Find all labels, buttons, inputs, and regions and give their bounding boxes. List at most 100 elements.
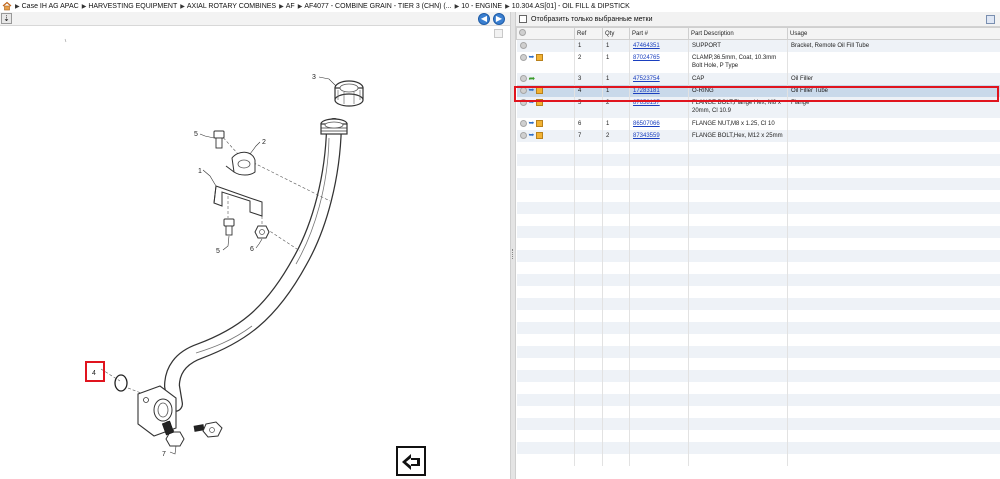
bracket-part[interactable]	[213, 185, 263, 217]
empty-cell	[602, 141, 630, 154]
add-to-cart-icon[interactable]	[536, 119, 544, 127]
empty-cell	[787, 381, 1000, 394]
column-header-qty[interactable]: Qty	[602, 27, 630, 40]
breadcrumb-item[interactable]: ▶ HARVESTING EQUIPMENT	[82, 3, 178, 10]
cell-description-cell: O-RING	[688, 84, 788, 97]
table-row[interactable]: ➥ 2 1 87024765 CLAMP,36.5mm, Coat, 10.3mm Bo…	[516, 51, 1000, 73]
empty-cell	[574, 213, 603, 226]
cell-part-number[interactable]: 86507066	[633, 121, 660, 127]
table-row[interactable]: ➥ 6 1 86507066 FLANGE NUT,M8 x 1.25, Cl 10	[516, 117, 1000, 130]
clamp-part[interactable]	[225, 151, 256, 176]
empty-row	[516, 273, 1000, 286]
callout-5b: 5	[216, 248, 220, 255]
empty-cell	[574, 285, 603, 298]
add-to-cart-icon[interactable]	[536, 131, 544, 139]
empty-cell	[787, 453, 1000, 466]
cell-description: CLAMP,36.5mm, Coat, 10.3mm Bolt Hole, P …	[692, 54, 777, 69]
empty-row	[516, 201, 1000, 214]
empty-cell	[787, 393, 1000, 406]
nut-part[interactable]	[254, 225, 270, 239]
select-circle-icon[interactable]	[519, 131, 527, 139]
select-circle-icon[interactable]	[519, 98, 527, 106]
column-header-description[interactable]: Part Description	[688, 27, 788, 40]
cell-part-number[interactable]: 87343559	[633, 133, 660, 139]
link-arrow-icon[interactable]: ➥	[529, 99, 535, 106]
cell-description-cell: FLANGE BOLT,Hex, M12 x 25mm	[688, 129, 788, 142]
cell-ref: 2	[578, 54, 582, 61]
breadcrumb-item[interactable]: ▶ AXIAL ROTARY COMBINES	[180, 3, 276, 10]
cell-qty: 1	[606, 54, 610, 61]
empty-cell	[688, 393, 788, 406]
empty-row	[516, 393, 1000, 406]
column-header-usage[interactable]: Usage	[787, 27, 1000, 40]
empty-cell	[629, 417, 689, 430]
empty-cell	[688, 405, 788, 418]
select-circle-icon[interactable]	[519, 74, 527, 82]
column-header-select[interactable]	[516, 27, 575, 40]
cell-part-number[interactable]: 87024765	[633, 55, 660, 61]
table-row[interactable]: ➥ 4 1 17283181 O-RING Oil Filler Tube	[516, 84, 1000, 97]
empty-row	[516, 285, 1000, 298]
bolt-part[interactable]	[213, 130, 225, 149]
table-row[interactable]: ➥ 5 2 87658137 FLANGE BOLT,Flange Hex, M8 x …	[516, 96, 1000, 118]
splitter-grip[interactable]	[512, 249, 514, 259]
empty-cell	[688, 417, 788, 430]
select-circle-icon[interactable]	[519, 42, 527, 49]
parts-diagram[interactable]: 3 1 2 5 5 6 4 7	[0, 26, 510, 479]
empty-cell	[574, 453, 603, 466]
select-circle-icon[interactable]	[519, 119, 527, 127]
empty-cell	[787, 333, 1000, 346]
link-arrow-icon[interactable]: ➥	[529, 132, 535, 139]
table-row[interactable]: 1 1 47464351 SUPPORT Bracket, Remote Oil Fil…	[516, 39, 1000, 52]
column-header-part[interactable]: Part #	[629, 27, 689, 40]
empty-cell	[574, 165, 603, 178]
cell-part-number[interactable]: 17283181	[633, 88, 660, 94]
empty-cell	[629, 345, 689, 358]
empty-row	[516, 321, 1000, 334]
cell-part-number[interactable]: 47464351	[633, 43, 660, 49]
empty-cell	[602, 453, 630, 466]
empty-cell	[516, 189, 575, 202]
empty-cell	[574, 189, 603, 202]
add-to-cart-icon[interactable]	[536, 98, 544, 106]
breadcrumb-item[interactable]: ▶ AF4077 - COMBINE GRAIN - TIER 3 (CHN) (…	[298, 3, 452, 10]
add-to-cart-icon[interactable]	[536, 53, 544, 61]
breadcrumb-item[interactable]: ▶ 10 - ENGINE	[455, 3, 502, 10]
link-arrow-icon[interactable]: ➥	[529, 87, 535, 94]
empty-cell	[602, 417, 630, 430]
cell-description-cell: CLAMP,36.5mm, Coat, 10.3mm Bolt Hole, P …	[688, 51, 788, 73]
download-icon[interactable]: ⇣	[1, 13, 12, 24]
show-selected-checkbox[interactable]	[519, 15, 527, 23]
empty-cell	[602, 225, 630, 238]
table-row[interactable]: ➥ 7 2 87343559 FLANGE BOLT,Hex, M12 x 25mm	[516, 129, 1000, 142]
o-ring-part[interactable]	[114, 374, 128, 392]
empty-row	[516, 189, 1000, 202]
cell-part-number[interactable]: 47523754	[633, 76, 660, 82]
cap-part[interactable]	[334, 80, 364, 107]
select-circle-icon[interactable]	[519, 53, 527, 61]
cell-ref-cell: 1	[574, 39, 603, 52]
breadcrumb-item[interactable]: ▶ Case IH AG APAC	[15, 3, 79, 10]
empty-cell	[574, 345, 603, 358]
cell-usage: Oil Filler Tube	[791, 87, 829, 94]
home-icon[interactable]	[2, 1, 12, 11]
cell-part-number[interactable]: 87658137	[633, 100, 660, 106]
column-header-ref[interactable]: Ref	[574, 27, 603, 40]
select-circle-icon[interactable]	[519, 86, 527, 94]
hex-bolt-part-right[interactable]	[193, 421, 223, 438]
green-arrow-icon[interactable]: ➦	[529, 74, 536, 82]
link-arrow-icon[interactable]: ➥	[529, 120, 535, 127]
breadcrumb-item[interactable]: ▶ AF	[279, 3, 295, 10]
empty-row	[516, 153, 1000, 166]
table-row[interactable]: ➦ 3 1 47523754 CAP Oil Filler	[516, 72, 1000, 85]
return-arrow-icon[interactable]	[396, 446, 426, 476]
link-arrow-icon[interactable]: ➥	[529, 54, 535, 61]
back-arrow-icon[interactable]: ◀	[478, 13, 490, 25]
bolt-part-lower[interactable]	[223, 218, 235, 236]
select-all-icon[interactable]	[519, 29, 526, 36]
export-icon[interactable]	[986, 15, 995, 24]
callout-7: 7	[162, 451, 166, 458]
callout-4[interactable]: 4	[92, 370, 96, 377]
add-to-cart-icon[interactable]	[536, 86, 544, 94]
forward-arrow-icon[interactable]: ▶	[493, 13, 505, 25]
